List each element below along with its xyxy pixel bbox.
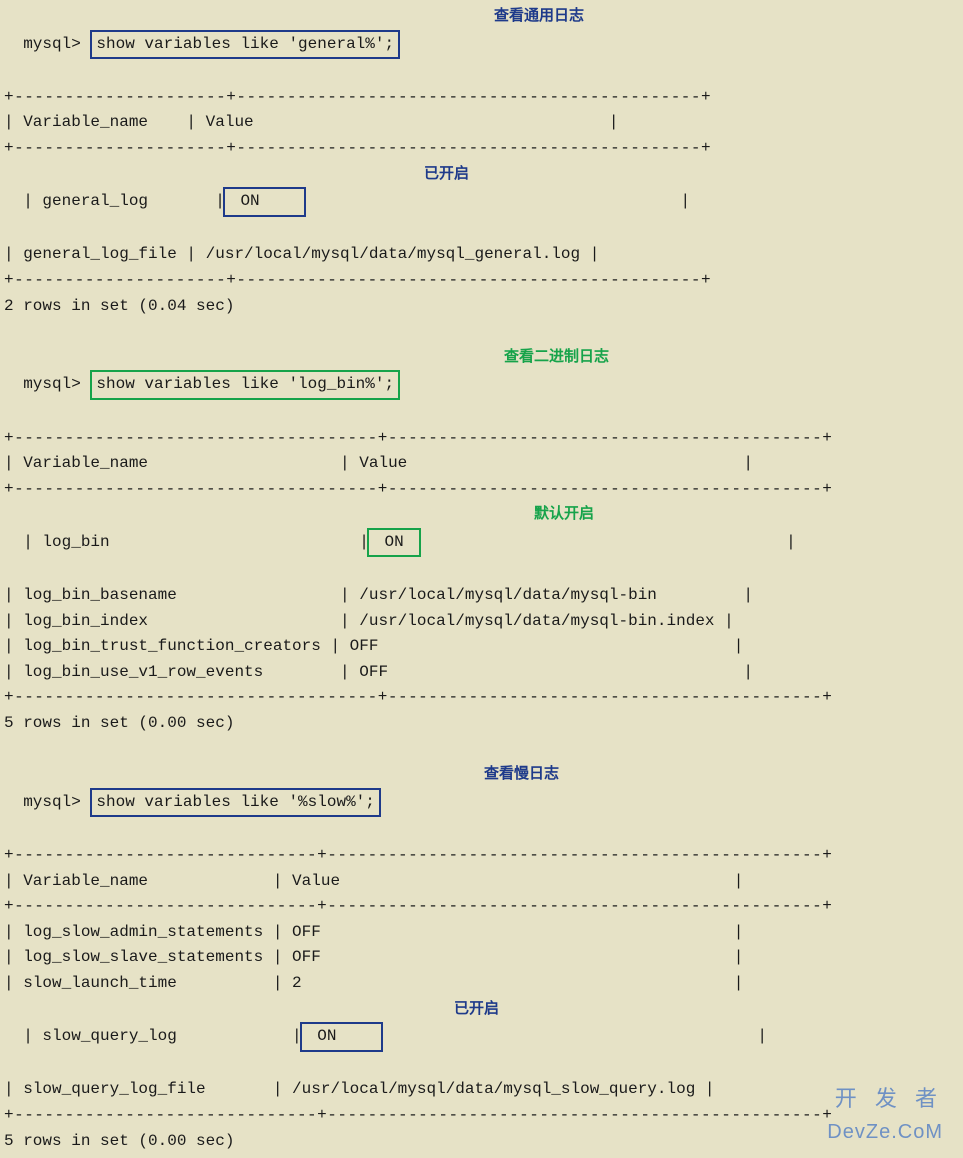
table3-row-launch-time: | slow_launch_time | 2 | (4, 971, 959, 997)
command-log-bin: show variables like 'log_bin%'; (90, 370, 400, 400)
table3-footer: 5 rows in set (0.00 sec) (4, 1129, 959, 1155)
table2-footer: 5 rows in set (0.00 sec) (4, 711, 959, 737)
cmd-line-2: mysql> show variables like 'log_bin%'; 查… (4, 345, 959, 426)
row-suffix: | (306, 192, 690, 210)
annotation-binary-log: 查看二进制日志 (504, 345, 609, 369)
row-prefix: | general_log | (23, 192, 225, 210)
table2-header: | Variable_name | Value | (4, 451, 959, 477)
watermark: 开 发 者 DevZe.CoM (827, 1081, 943, 1148)
value-log-bin-on: ON (367, 528, 421, 558)
table3-row-slow-query-log: | slow_query_log | ON | 已开启 (4, 997, 959, 1078)
annotation-slow-log: 查看慢日志 (484, 762, 559, 786)
table1-border-top: +---------------------+-----------------… (4, 85, 959, 111)
annotation-enabled-2: 已开启 (454, 997, 499, 1021)
table3-border-mid: +------------------------------+--------… (4, 894, 959, 920)
table2-row-trust-creators: | log_bin_trust_function_creators | OFF … (4, 634, 959, 660)
table1-row-general-log-file: | general_log_file | /usr/local/mysql/da… (4, 242, 959, 268)
table3-row-slave-statements: | log_slow_slave_statements | OFF | (4, 945, 959, 971)
annotation-general-log: 查看通用日志 (494, 4, 584, 28)
table2-row-basename: | log_bin_basename | /usr/local/mysql/da… (4, 583, 959, 609)
mysql-prompt: mysql> (23, 375, 81, 393)
watermark-text-cn: 开 发 者 (827, 1081, 943, 1116)
cmd-line-1: mysql> show variables like 'general%'; 查… (4, 4, 959, 85)
table3-row-slow-query-file: | slow_query_log_file | /usr/local/mysql… (4, 1077, 959, 1103)
table1-border-mid: +---------------------+-----------------… (4, 136, 959, 162)
table1-footer: 2 rows in set (0.04 sec) (4, 294, 959, 320)
mysql-prompt: mysql> (23, 35, 81, 53)
table3-row-admin-statements: | log_slow_admin_statements | OFF | (4, 920, 959, 946)
table1-border-bottom: +---------------------+-----------------… (4, 268, 959, 294)
table3-header: | Variable_name | Value | (4, 869, 959, 895)
table1-header: | Variable_name | Value | (4, 110, 959, 136)
watermark-text-en: DevZe.CoM (827, 1116, 943, 1148)
table2-row-log-bin: | log_bin | ON | 默认开启 (4, 502, 959, 583)
table2-row-index: | log_bin_index | /usr/local/mysql/data/… (4, 609, 959, 635)
row-prefix: | log_bin | (23, 533, 369, 551)
command-slow-log: show variables like '%slow%'; (90, 788, 380, 818)
table2-border-mid: +------------------------------------+--… (4, 477, 959, 503)
value-general-log-on: ON (223, 187, 306, 217)
table3-border-top: +------------------------------+--------… (4, 843, 959, 869)
table2-border-top: +------------------------------------+--… (4, 426, 959, 452)
table3-border-bottom: +------------------------------+--------… (4, 1103, 959, 1129)
table2-row-v1-events: | log_bin_use_v1_row_events | OFF | (4, 660, 959, 686)
row-prefix: | slow_query_log | (23, 1027, 301, 1045)
row-suffix: | (421, 533, 795, 551)
cmd-line-3: mysql> show variables like '%slow%'; 查看慢… (4, 762, 959, 843)
command-general-log: show variables like 'general%'; (90, 30, 400, 60)
row-suffix: | (383, 1027, 767, 1045)
table2-border-bottom: +------------------------------------+--… (4, 685, 959, 711)
annotation-enabled-1: 已开启 (424, 162, 469, 186)
mysql-prompt: mysql> (23, 793, 81, 811)
table1-row-general-log: | general_log | ON | 已开启 (4, 162, 959, 243)
value-slow-query-on: ON (300, 1022, 383, 1052)
annotation-default-enabled: 默认开启 (534, 502, 594, 526)
